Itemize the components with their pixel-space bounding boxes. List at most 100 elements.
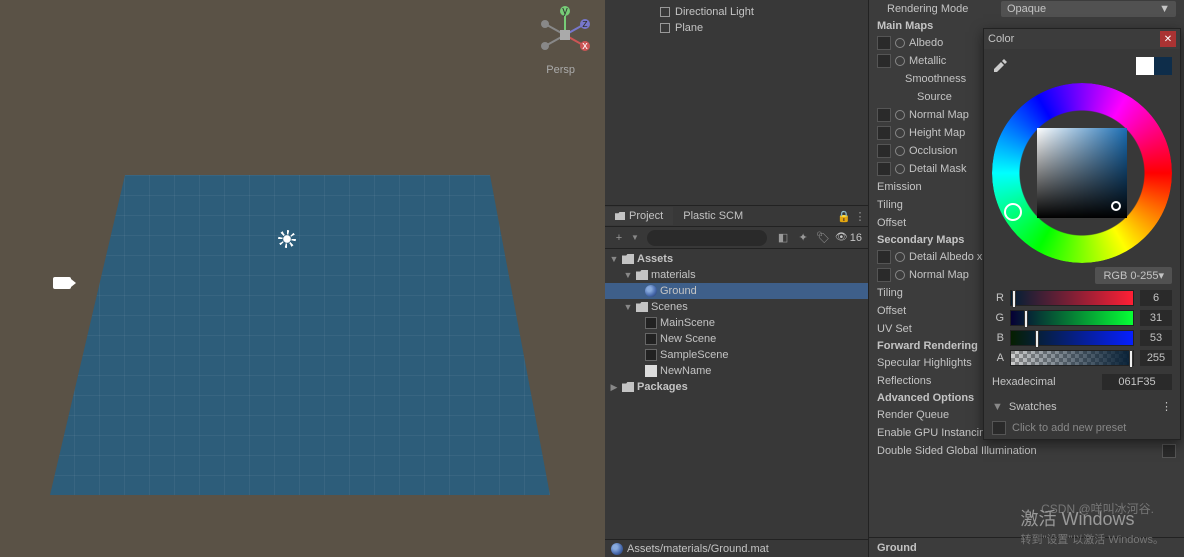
eyedropper-icon[interactable] bbox=[992, 58, 1008, 74]
folder-icon bbox=[622, 382, 634, 392]
smoothness-label: Smoothness bbox=[877, 73, 966, 85]
color-swatch-pair bbox=[1136, 57, 1172, 75]
hierarchy-item[interactable]: Plane bbox=[660, 20, 858, 36]
project-tree: ▼Assets ▼materials Ground ▼Scenes MainSc… bbox=[605, 249, 868, 539]
color-picker-title: Color bbox=[988, 33, 1014, 45]
material-icon bbox=[645, 285, 657, 297]
scene-camera-gizmo[interactable] bbox=[53, 277, 71, 289]
svg-text:y: y bbox=[562, 5, 568, 17]
gameobject-icon bbox=[660, 23, 670, 33]
original-color-swatch[interactable] bbox=[1136, 57, 1154, 75]
folder-icon bbox=[622, 254, 634, 264]
hierarchy-panel: Directional Light Plane bbox=[605, 0, 868, 40]
picker-icon[interactable] bbox=[895, 56, 905, 66]
r-slider[interactable] bbox=[1010, 290, 1134, 306]
double-sided-row[interactable]: Double Sided Global Illumination bbox=[869, 442, 1184, 460]
tree-row-materials[interactable]: ▼materials bbox=[605, 267, 868, 283]
tiling-label: Tiling bbox=[877, 287, 903, 299]
source-label: Source bbox=[877, 91, 952, 103]
tree-row-ground[interactable]: Ground bbox=[605, 283, 868, 299]
g-value-input[interactable]: 31 bbox=[1140, 310, 1172, 326]
add-preset-slot[interactable] bbox=[992, 421, 1006, 435]
b-slider[interactable] bbox=[1010, 330, 1134, 346]
reflections-label: Reflections bbox=[877, 375, 931, 387]
uvset-label: UV Set bbox=[877, 323, 912, 335]
map-slot[interactable] bbox=[877, 250, 891, 264]
map-slot[interactable] bbox=[877, 268, 891, 282]
csdn-watermark: CSDN @咩叫冰河谷. bbox=[1041, 500, 1154, 517]
scene-light-gizmo[interactable] bbox=[278, 230, 296, 248]
r-slider-row: R 6 bbox=[984, 288, 1180, 308]
folder-icon bbox=[636, 270, 648, 280]
specular-label: Specular Highlights bbox=[877, 357, 972, 369]
b-slider-row: B 53 bbox=[984, 328, 1180, 348]
tree-row-scene[interactable]: SampleScene bbox=[605, 347, 868, 363]
search-filter-icon[interactable]: ◧ bbox=[775, 230, 791, 246]
filter-type-icon[interactable]: ✦ bbox=[795, 230, 811, 246]
swatches-header[interactable]: ▼Swatches ⋮ bbox=[984, 396, 1180, 417]
hex-input[interactable]: 061F35 bbox=[1102, 374, 1172, 390]
file-icon bbox=[645, 365, 657, 377]
hierarchy-item[interactable]: Directional Light bbox=[660, 4, 858, 20]
project-tabs: Project Plastic SCM 🔒 ⋮ bbox=[605, 205, 868, 227]
picker-icon[interactable] bbox=[895, 110, 905, 120]
persp-label[interactable]: Persp bbox=[546, 64, 575, 76]
a-slider[interactable] bbox=[1010, 350, 1134, 366]
map-slot[interactable] bbox=[877, 162, 891, 176]
color-picker-popup: Color ✕ RGB 0-255▾ R 6 G 31 B 53 A 255 bbox=[983, 28, 1181, 440]
picker-icon[interactable] bbox=[895, 164, 905, 174]
a-value-input[interactable]: 255 bbox=[1140, 350, 1172, 366]
filter-label-icon[interactable]: 🏷 bbox=[815, 230, 831, 246]
color-wheel[interactable] bbox=[992, 83, 1172, 263]
menu-icon[interactable]: ⋮ bbox=[852, 208, 868, 224]
project-toolbar: +▼ ◧ ✦ 🏷 👁16 bbox=[605, 227, 868, 249]
tree-row-assets[interactable]: ▼Assets bbox=[605, 251, 868, 267]
map-slot[interactable] bbox=[877, 144, 891, 158]
hex-row: Hexadecimal 061F35 bbox=[984, 368, 1180, 396]
g-slider[interactable] bbox=[1010, 310, 1134, 326]
r-value-input[interactable]: 6 bbox=[1140, 290, 1172, 306]
rendering-mode-row: Rendering Mode Opaque▼ bbox=[869, 0, 1184, 18]
color-mode-dropdown[interactable]: RGB 0-255▾ bbox=[1095, 267, 1172, 284]
scene-view[interactable]: y z x Persp bbox=[0, 0, 605, 557]
tree-row-scenes[interactable]: ▼Scenes bbox=[605, 299, 868, 315]
picker-icon[interactable] bbox=[895, 38, 905, 48]
map-slot[interactable] bbox=[877, 36, 891, 50]
lock-icon[interactable]: 🔒 bbox=[836, 208, 852, 224]
tree-row-packages[interactable]: ▶Packages bbox=[605, 379, 868, 395]
scene-icon bbox=[645, 349, 657, 361]
tab-plastic-scm[interactable]: Plastic SCM bbox=[673, 207, 753, 225]
render-queue-label: Render Queue bbox=[877, 409, 949, 421]
close-button[interactable]: ✕ bbox=[1160, 31, 1176, 47]
tab-project[interactable]: Project bbox=[605, 207, 673, 225]
asset-path: Assets/materials/Ground.mat bbox=[627, 543, 769, 555]
tree-row-scene[interactable]: New Scene bbox=[605, 331, 868, 347]
inspector-footer: Ground bbox=[869, 537, 1184, 557]
folder-icon bbox=[636, 302, 648, 312]
color-picker-header: Color ✕ bbox=[984, 29, 1180, 49]
new-color-swatch[interactable] bbox=[1154, 57, 1172, 75]
menu-icon[interactable]: ⋮ bbox=[1161, 400, 1172, 413]
hue-handle[interactable] bbox=[1004, 203, 1022, 221]
folder-icon bbox=[615, 212, 625, 220]
picker-icon[interactable] bbox=[895, 146, 905, 156]
sv-handle[interactable] bbox=[1111, 201, 1121, 211]
picker-icon[interactable] bbox=[895, 252, 905, 262]
rendering-mode-dropdown[interactable]: Opaque▼ bbox=[1001, 1, 1176, 17]
hidden-count[interactable]: 👁16 bbox=[835, 232, 862, 244]
tree-row-scene[interactable]: MainScene bbox=[605, 315, 868, 331]
map-slot[interactable] bbox=[877, 108, 891, 122]
b-value-input[interactable]: 53 bbox=[1140, 330, 1172, 346]
a-slider-row: A 255 bbox=[984, 348, 1180, 368]
map-slot[interactable] bbox=[877, 126, 891, 140]
map-slot[interactable] bbox=[877, 54, 891, 68]
picker-icon[interactable] bbox=[895, 128, 905, 138]
svg-text:x: x bbox=[582, 40, 588, 52]
checkbox[interactable] bbox=[1162, 444, 1176, 458]
search-input[interactable] bbox=[647, 230, 767, 246]
scene-plane-object[interactable] bbox=[50, 175, 550, 495]
tree-row-newname[interactable]: NewName bbox=[605, 363, 868, 379]
add-icon[interactable]: + bbox=[611, 230, 627, 246]
swatch-preset-row[interactable]: Click to add new preset bbox=[984, 417, 1180, 439]
picker-icon[interactable] bbox=[895, 270, 905, 280]
